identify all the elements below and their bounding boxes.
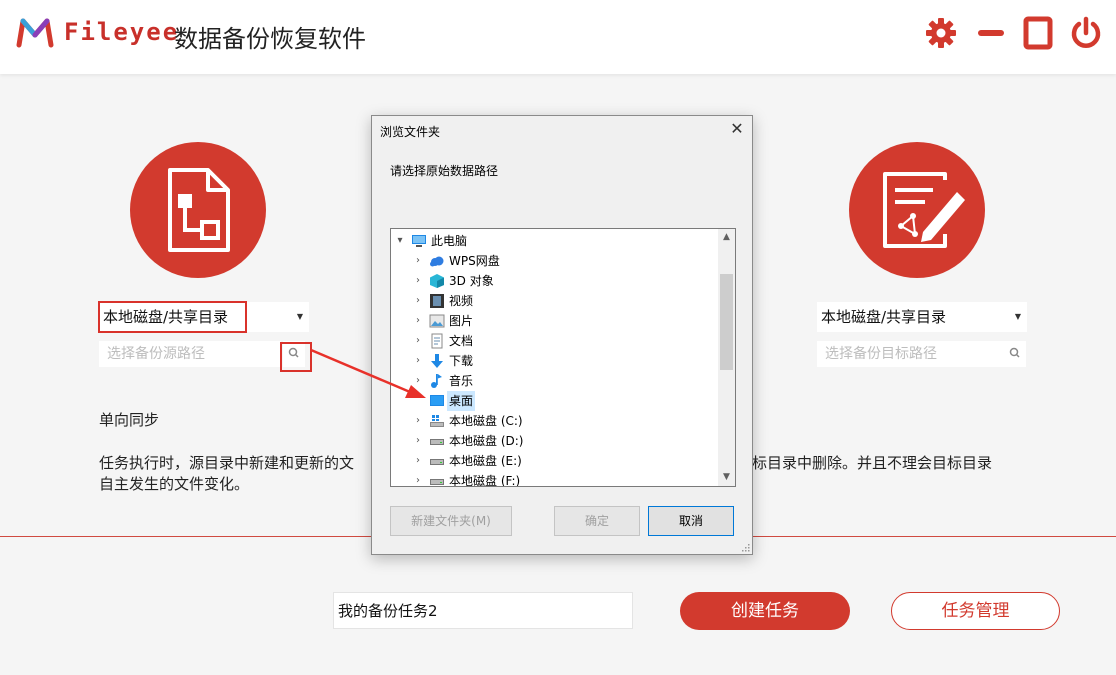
drive-icon [430, 439, 444, 445]
tree-item-3d-objects[interactable]: › 3D 对象 [391, 271, 721, 291]
new-folder-button[interactable]: 新建文件夹(M) [390, 506, 512, 536]
expand-chevron-icon[interactable]: › [411, 351, 425, 371]
dropdown-arrow-icon: ▼ [1014, 312, 1022, 321]
dialog-title: 浏览文件夹 [380, 125, 441, 139]
expand-chevron-icon[interactable]: › [411, 371, 425, 391]
tree-item-label: 文档 [449, 334, 474, 348]
app-title: 数据备份恢复软件 [174, 25, 366, 53]
cube-icon [430, 274, 444, 288]
tree-item-drive-c[interactable]: › 本地磁盘 (C:) [391, 411, 721, 431]
folder-tree[interactable]: ▾ 此电脑 › WPS网盘 › 3D 对象 › 视频 › 图片 › 文档 › 下… [390, 228, 736, 487]
power-close-icon[interactable] [1069, 16, 1103, 50]
expand-chevron-icon[interactable]: › [411, 311, 425, 331]
download-icon [431, 354, 443, 368]
expand-chevron-icon[interactable]: › [411, 471, 425, 486]
document-icon [431, 333, 443, 349]
scrollbar-thumb[interactable] [720, 274, 733, 370]
video-icon [430, 294, 444, 308]
source-path-input[interactable] [99, 341, 281, 367]
tree-scrollbar[interactable]: ▲ ▼ [718, 229, 735, 486]
target-browse-button[interactable] [1004, 341, 1026, 367]
target-edit-circle [849, 142, 985, 278]
browse-button-highlight [280, 342, 312, 372]
tree-item-label: 此电脑 [431, 234, 468, 248]
tree-item-desktop[interactable]: 桌面 [391, 391, 721, 411]
desktop-icon [430, 395, 444, 406]
expand-chevron-icon[interactable]: › [411, 431, 425, 451]
tree-item-label: 本地磁盘 (F:) [449, 474, 521, 487]
drive-icon [430, 415, 444, 427]
expand-chevron-icon[interactable]: › [411, 271, 425, 291]
tree-item-label: 本地磁盘 (C:) [449, 414, 523, 428]
drive-icon [430, 479, 444, 485]
task-manage-button[interactable]: 任务管理 [891, 592, 1060, 630]
title-bar: Fileyee 数据备份恢复软件 [0, 0, 1116, 74]
maximize-icon[interactable] [1021, 16, 1055, 50]
browse-folder-dialog: 浏览文件夹 ✕ 请选择原始数据路径 ▾ 此电脑 › WPS网盘 › 3D 对象 [371, 115, 753, 555]
tree-item-label: 下载 [449, 354, 474, 368]
file-structure-icon [168, 168, 230, 252]
tree-item-label: WPS网盘 [449, 254, 500, 268]
expand-chevron-icon[interactable]: › [411, 411, 425, 431]
expand-chevron-icon[interactable]: › [411, 251, 425, 271]
tree-item-label: 3D 对象 [449, 274, 494, 288]
tree-item-drive-e[interactable]: › 本地磁盘 (E:) [391, 451, 721, 471]
sync-mode-desc-line1-right: 标目录中删除。并且不理会目标目录 [752, 454, 993, 472]
tree-item-label: 本地磁盘 (D:) [449, 434, 524, 448]
expand-chevron-icon[interactable]: › [411, 331, 425, 351]
cloud-icon [430, 256, 444, 267]
tree-item-label: 桌面 [447, 391, 476, 411]
search-icon [1009, 347, 1020, 358]
music-icon [431, 374, 442, 388]
brand-name: Fileyee [64, 18, 180, 46]
task-name-input[interactable] [333, 592, 633, 629]
scroll-down-arrow-icon[interactable]: ▼ [718, 469, 735, 486]
tree-item-drive-d[interactable]: › 本地磁盘 (D:) [391, 431, 721, 451]
target-path-input[interactable] [817, 341, 1005, 367]
tree-item-music[interactable]: › 音乐 [391, 371, 721, 391]
scroll-up-arrow-icon[interactable]: ▲ [718, 229, 735, 246]
sync-mode-desc-line2: 自主发生的文件变化。 [99, 475, 250, 493]
tree-item-wps-cloud[interactable]: › WPS网盘 [391, 251, 721, 271]
tree-item-label: 视频 [449, 294, 474, 308]
tree-item-documents[interactable]: › 文档 [391, 331, 721, 351]
dialog-close-icon[interactable]: ✕ [728, 120, 746, 138]
edit-note-icon [883, 172, 965, 248]
cancel-button[interactable]: 取消 [648, 506, 734, 536]
settings-gear-icon[interactable] [924, 16, 958, 50]
minimize-icon[interactable] [974, 16, 1008, 50]
tree-item-label: 图片 [449, 314, 474, 328]
tree-item-label: 本地磁盘 (E:) [449, 454, 522, 468]
computer-icon [412, 235, 426, 247]
tree-item-drive-f[interactable]: › 本地磁盘 (F:) [391, 471, 721, 487]
source-select-highlight [98, 301, 247, 333]
source-file-circle [130, 142, 266, 278]
drive-icon [430, 459, 444, 465]
sync-mode-title: 单向同步 [99, 411, 160, 429]
sync-mode-desc-line1-left: 任务执行时，源目录中新建和更新的文 [99, 454, 355, 472]
dialog-prompt: 请选择原始数据路径 [390, 164, 499, 178]
resize-grip-icon[interactable] [740, 542, 750, 552]
target-type-value: 本地磁盘/共享目录 [821, 308, 947, 326]
expand-chevron-icon[interactable]: › [411, 291, 425, 311]
expand-chevron-icon[interactable]: › [411, 451, 425, 471]
tree-item-this-pc[interactable]: ▾ 此电脑 [391, 231, 721, 251]
picture-icon [429, 314, 445, 328]
tree-item-label: 音乐 [449, 374, 474, 388]
fileyee-logo-icon [16, 18, 54, 48]
collapse-chevron-icon[interactable]: ▾ [393, 231, 407, 251]
dropdown-arrow-icon: ▼ [296, 312, 304, 321]
ok-button[interactable]: 确定 [554, 506, 640, 536]
create-task-button[interactable]: 创建任务 [680, 592, 850, 630]
tree-item-downloads[interactable]: › 下载 [391, 351, 721, 371]
tree-item-pictures[interactable]: › 图片 [391, 311, 721, 331]
target-type-select[interactable]: 本地磁盘/共享目录 ▼ [817, 302, 1027, 332]
tree-item-videos[interactable]: › 视频 [391, 291, 721, 311]
